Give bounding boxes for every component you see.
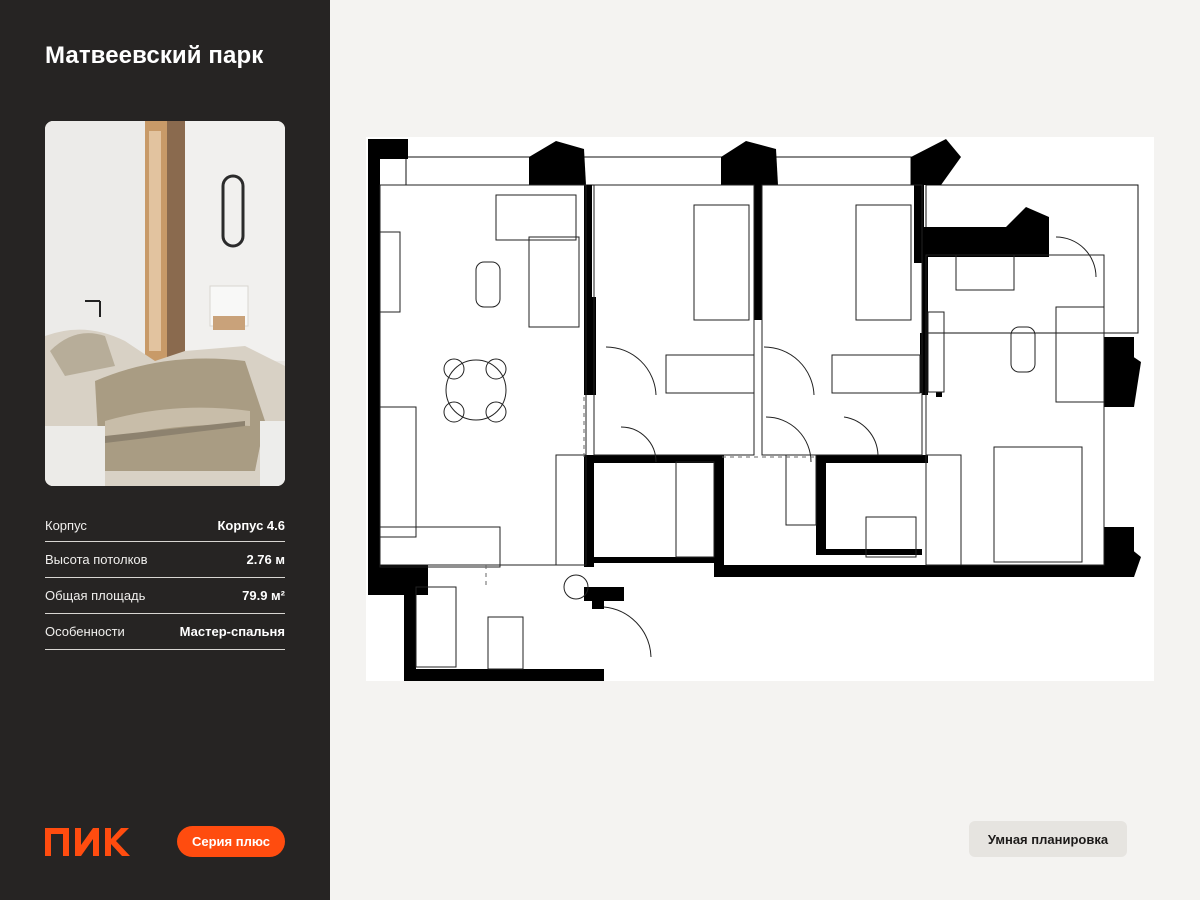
spec-row-korpus: Корпус Корпус 4.6 [45,518,285,542]
spec-value: Корпус 4.6 [217,518,286,533]
spec-value: 2.76 м [246,552,285,567]
smart-layout-button[interactable]: Умная планировка [969,821,1127,857]
pik-logo [45,828,131,861]
sidebar: Матвеевский парк Корпус Корпус 4.6 Высот… [0,0,330,900]
floor-plan [366,137,1154,681]
specs-list: Корпус Корпус 4.6 Высота потолков 2.76 м… [45,518,285,650]
spec-label: Высота потолков [45,552,148,567]
spec-row-features: Особенности Мастер-спальня [45,614,285,650]
spec-label: Общая площадь [45,588,146,603]
spec-row-total-area: Общая площадь 79.9 м² [45,578,285,614]
spec-value: Мастер-спальня [179,624,285,639]
interior-photo [45,121,285,486]
spec-label: Корпус [45,518,87,533]
spec-label: Особенности [45,624,125,639]
spec-value: 79.9 м² [242,588,285,603]
project-title: Матвеевский парк [45,42,264,69]
spec-row-ceiling-height: Высота потолков 2.76 м [45,542,285,578]
series-badge-button[interactable]: Серия плюс [177,826,285,857]
